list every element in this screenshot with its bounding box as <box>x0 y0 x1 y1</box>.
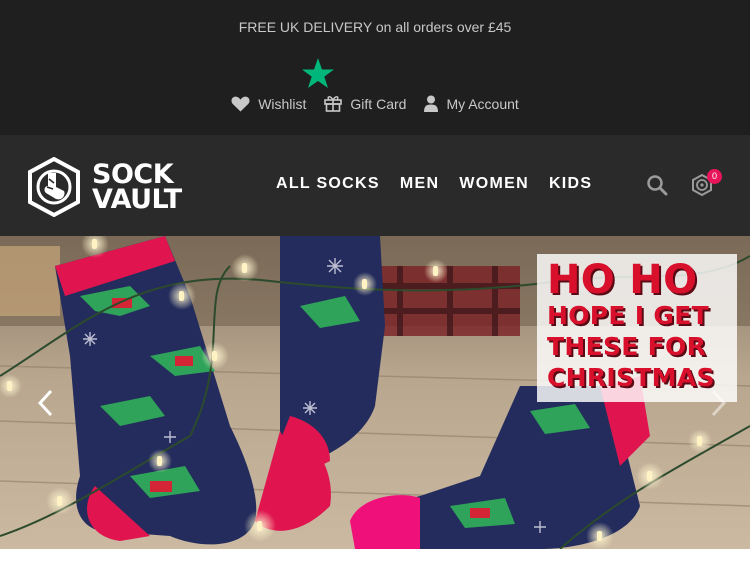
my-account-label: My Account <box>446 95 519 112</box>
promo-banner: FREE UK DELIVERY on all orders over £45 <box>238 19 512 35</box>
search-icon <box>647 175 668 196</box>
wishlist-label: Wishlist <box>258 95 307 112</box>
gift-card-link[interactable]: Gift Card <box>324 95 406 112</box>
main-navbar: SOCK VAULT ALL SOCKS MEN WOMEN KIDS 0 <box>0 135 750 236</box>
user-icon <box>424 95 439 112</box>
brand-line-2: VAULT <box>92 184 182 215</box>
sock-vault-emblem-icon <box>28 157 80 217</box>
category-menu: ALL SOCKS MEN WOMEN KIDS <box>276 175 592 193</box>
nav-all-socks[interactable]: ALL SOCKS <box>276 175 380 193</box>
my-account-link[interactable]: My Account <box>424 95 519 112</box>
trustpilot-star-icon[interactable] <box>301 57 335 91</box>
account-links: Wishlist Gift Card My Account <box>0 95 750 112</box>
hero-slogan-panel: HO HO HOPE I GET THESE FOR CHRISTMAS <box>537 254 737 402</box>
slogan-line-2: HOPE I GET <box>547 301 709 330</box>
hero-carousel[interactable]: HO HO HOPE I GET THESE FOR CHRISTMAS <box>0 236 750 549</box>
top-bar: FREE UK DELIVERY on all orders over £45 … <box>0 0 750 135</box>
gift-card-label: Gift Card <box>350 95 407 112</box>
page-content-start <box>0 549 750 563</box>
sock-vault-logo[interactable]: SOCK VAULT <box>26 157 182 217</box>
gift-icon <box>324 96 343 112</box>
wishlist-link[interactable]: Wishlist <box>231 95 306 112</box>
chevron-right-icon <box>711 389 727 417</box>
basket-button[interactable]: 0 <box>690 169 722 202</box>
nav-women[interactable]: WOMEN <box>459 175 529 193</box>
search-button[interactable] <box>646 174 668 201</box>
slogan-line-1: HO HO <box>547 257 698 303</box>
slogan-line-3: THESE FOR <box>547 332 707 361</box>
chevron-left-icon <box>37 389 53 417</box>
nav-kids[interactable]: KIDS <box>549 175 592 193</box>
carousel-next-button[interactable] <box>710 388 728 423</box>
basket-count-badge: 0 <box>707 169 722 184</box>
nav-men[interactable]: MEN <box>400 175 439 193</box>
slogan-line-4: CHRISTMAS <box>547 363 715 392</box>
heart-icon <box>231 96 250 111</box>
carousel-prev-button[interactable] <box>36 388 54 423</box>
brand-wordmark: SOCK VAULT <box>92 161 182 215</box>
